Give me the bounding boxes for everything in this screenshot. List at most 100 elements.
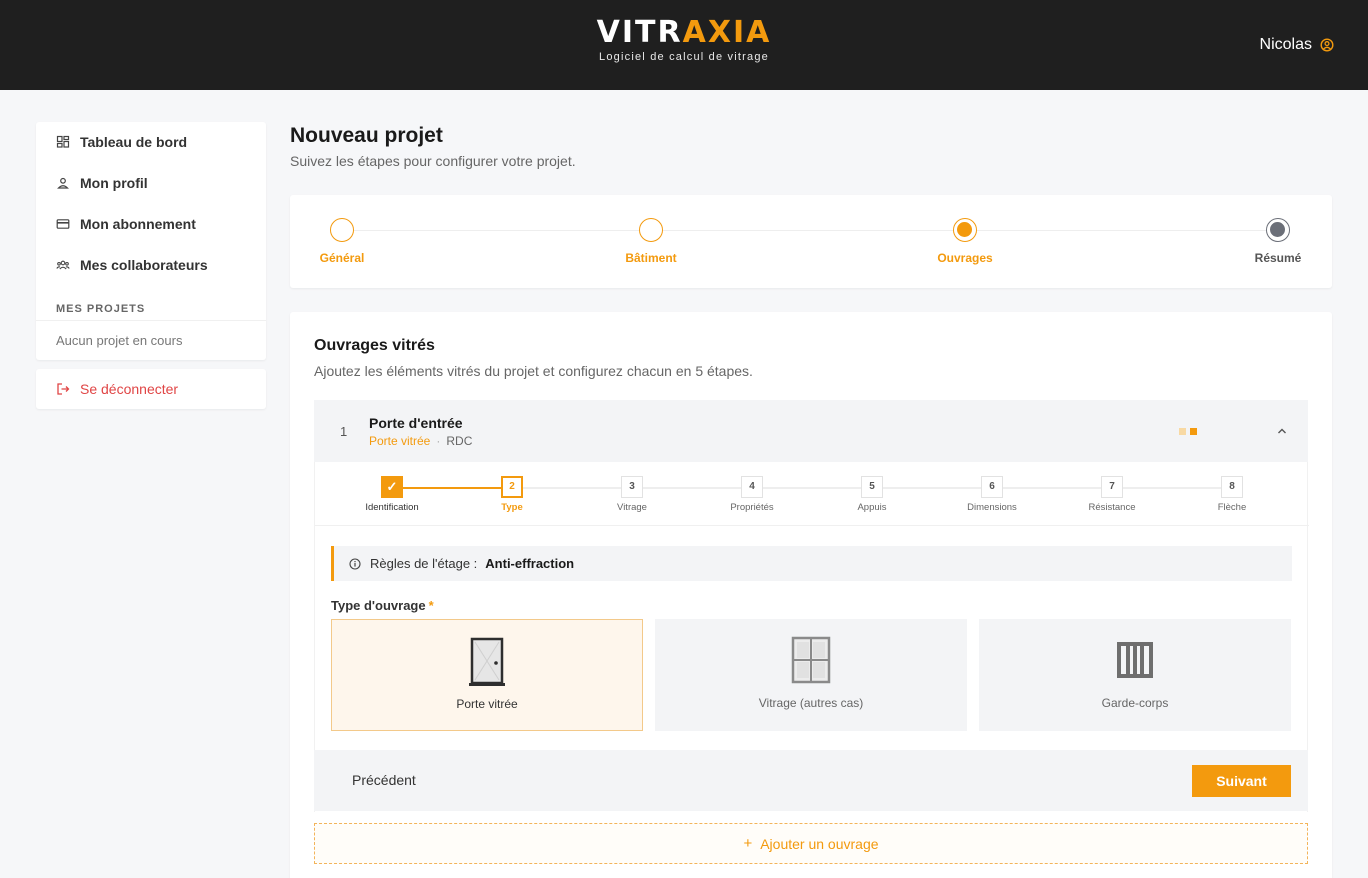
sub-step-resistance[interactable]: 7 Résistance [1062,476,1162,513]
type-field-label-text: Type d'ouvrage [331,598,426,613]
logo-part-orange: AXIA [682,15,772,50]
required-mark: * [428,598,434,613]
previous-button[interactable]: Précédent [352,772,416,788]
stepper-line [342,230,1278,231]
sub-step-number: 4 [741,476,763,498]
sub-step-supports[interactable]: 5 Appuis [822,476,922,513]
logout-label: Se déconnecter [80,381,179,397]
user-circle-icon [1320,38,1334,52]
sub-step-label: Résistance [1088,502,1136,513]
floor-rule-notice: Règles de l'étage : Anti-effraction [331,546,1292,581]
works-section: Ouvrages vitrés Ajoutez les éléments vit… [290,312,1332,878]
step-indicator [639,218,663,242]
dashboard-icon [56,135,70,148]
type-field-label: Type d'ouvrage * [331,598,434,613]
plus-icon: + [743,835,753,852]
logout-icon [57,383,70,395]
sub-step-number: 6 [981,476,1003,498]
type-option-railing[interactable]: Garde-corps [979,619,1291,731]
railing-icon [1117,642,1153,678]
sub-step-number: 2 [501,476,523,498]
logo-wordmark: VITRAXIA [0,16,1368,50]
step-label: Général [319,251,365,265]
add-work-button[interactable]: + Ajouter un ouvrage [314,823,1308,864]
step-label: Ouvrages [937,251,993,265]
sidebar-item-label: Mon abonnement [80,216,196,232]
logout-button[interactable]: Se déconnecter [36,369,266,409]
sub-step-label: Propriétés [730,502,774,513]
work-item-level: RDC [446,434,473,448]
type-option-label: Garde-corps [1101,696,1169,710]
work-item-stepper: ✓ Identification 2 Type 3 Vitrage 4 Prop… [315,462,1309,526]
step-indicator [953,218,977,242]
work-item-type: Porte vitrée [369,434,431,448]
no-projects-text: Aucun projet en cours [56,333,183,348]
sidebar-divider [36,320,266,321]
page-title: Nouveau projet [290,124,443,147]
work-item-footer: Précédent Suivant [314,750,1308,811]
sub-step-number: 8 [1221,476,1243,498]
step-building[interactable]: Bâtiment [591,218,711,265]
logo-tagline: Logiciel de calcul de vitrage [599,51,769,63]
sidebar-item-profile[interactable]: Mon profil [56,175,148,191]
step-works[interactable]: Ouvrages [905,218,1025,265]
team-icon [56,260,70,270]
check-icon: ✓ [381,476,403,498]
meta-separator: · [436,434,441,448]
sidebar-item-label: Tableau de bord [80,134,188,150]
sidebar-item-collaborators[interactable]: Mes collaborateurs [56,257,208,273]
step-summary[interactable]: Résumé [1218,218,1338,265]
sub-step-label: Dimensions [967,502,1017,513]
sub-step-glazing[interactable]: 3 Vitrage [582,476,682,513]
top-bar: VITRAXIA Logiciel de calcul de vitrage N… [0,0,1368,90]
step-label: Résumé [1254,251,1302,265]
sub-step-label: Vitrage [617,502,647,513]
window-icon [791,636,831,684]
type-option-glass-door[interactable]: Porte vitrée [331,619,643,731]
user-icon [57,177,69,189]
progress-dot [1179,428,1186,435]
info-icon [349,557,361,570]
chevron-up-icon[interactable] [1276,425,1288,437]
logo-part-white: VITR [596,15,683,50]
card-icon [56,219,70,229]
sub-step-label: Type [501,502,523,513]
work-item-number: 1 [340,424,348,439]
sub-step-label: Appuis [857,502,887,513]
sub-step-type[interactable]: 2 Type [462,476,562,513]
logo[interactable]: VITRAXIA Logiciel de calcul de vitrage [0,16,1368,64]
add-work-label: Ajouter un ouvrage [760,835,879,852]
sub-step-label: Identification [365,502,419,513]
sub-step-dimensions[interactable]: 6 Dimensions [942,476,1042,513]
type-option-glazing-other[interactable]: Vitrage (autres cas) [655,619,967,731]
sidebar-item-label: Mon profil [80,175,148,191]
sub-step-properties[interactable]: 4 Propriétés [702,476,802,513]
type-option-label: Vitrage (autres cas) [758,696,864,710]
sub-step-number: 3 [621,476,643,498]
work-item-name: Porte d'entrée [369,415,463,431]
sub-step-number: 5 [861,476,883,498]
section-subtitle: Ajoutez les éléments vitrés du projet et… [314,363,753,379]
section-title: Ouvrages vitrés [314,337,435,354]
work-item-header[interactable]: 1 Porte d'entrée Porte vitrée · RDC [314,400,1308,462]
step-indicator [330,218,354,242]
type-option-label: Porte vitrée [456,697,518,711]
sidebar-item-subscription[interactable]: Mon abonnement [56,216,196,232]
page-subtitle: Suivez les étapes pour configurer votre … [290,153,576,169]
user-menu[interactable]: Nicolas [1260,36,1334,54]
step-general[interactable]: Général [282,218,402,265]
step-label: Bâtiment [625,251,677,265]
sub-step-deflection[interactable]: 8 Flèche [1182,476,1282,513]
rule-value: Anti-effraction [485,556,575,571]
door-icon [469,637,505,686]
sub-step-label: Flèche [1217,502,1247,513]
next-button[interactable]: Suivant [1192,765,1291,797]
sub-step-identification[interactable]: ✓ Identification [342,476,442,513]
sidebar-section-title: MES PROJETS [56,303,146,315]
rule-label: Règles de l'étage : [370,556,478,571]
sidebar-item-dashboard[interactable]: Tableau de bord [56,134,187,150]
project-stepper: Général Bâtiment Ouvrages Résumé [290,195,1332,288]
sidebar: Tableau de bord Mon profil Mon abonnemen… [36,122,266,360]
work-item-meta: Porte vitrée · RDC [369,434,472,448]
progress-dot [1190,428,1197,435]
